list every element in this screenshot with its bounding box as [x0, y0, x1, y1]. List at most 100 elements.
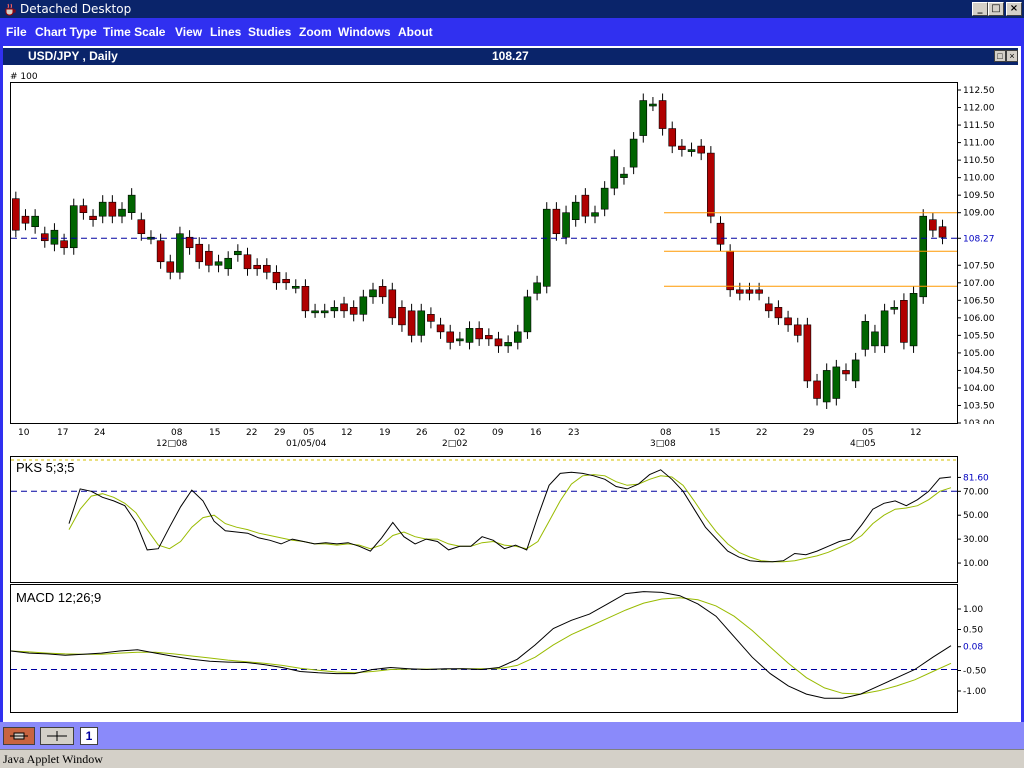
candle-body [591, 212, 599, 217]
menu-studies[interactable]: Studies [248, 25, 291, 39]
candle-body [456, 338, 464, 342]
candle-body [243, 254, 252, 270]
macd-label: MACD 12;26;9 [16, 590, 102, 605]
day-tick-label: 23 [568, 428, 579, 438]
pks-indicator-chart[interactable] [11, 457, 957, 582]
month-tick-label: 2□02 [442, 439, 468, 449]
menu-view[interactable]: View [175, 25, 202, 39]
candle-body [176, 233, 184, 273]
candle-body [21, 215, 30, 224]
maximize-button[interactable]: □ [988, 2, 1004, 16]
candle-body [871, 331, 879, 347]
menu-chart-type[interactable]: Chart Type [35, 25, 97, 39]
day-tick-label: 15 [709, 428, 720, 438]
candle-body [330, 307, 339, 312]
candle-body [842, 370, 850, 375]
candle-body [166, 261, 175, 273]
candle-body [832, 366, 841, 399]
symbol-label: USD/JPY , Daily [28, 49, 118, 63]
pks-tick-label: 30.00 [963, 535, 989, 545]
menu-about[interactable]: About [398, 25, 433, 39]
price-tick-label: 109.50 [963, 191, 995, 201]
restore-chart-button[interactable]: □ [994, 50, 1006, 62]
pks-tick-label: 10.00 [963, 559, 989, 569]
candle-body [513, 331, 522, 343]
menu-lines[interactable]: Lines [210, 25, 241, 39]
pks-panel[interactable]: PKS 5;3;5 [10, 456, 958, 583]
close-chart-button[interactable]: × [1006, 50, 1018, 62]
day-tick-label: 22 [246, 428, 257, 438]
pks-signal-line [68, 474, 952, 563]
price-tick-label: 105.00 [963, 349, 995, 359]
candle-body [407, 310, 416, 336]
candle-body [388, 289, 397, 319]
candlestick-chart[interactable] [11, 83, 957, 423]
candle-body [523, 296, 532, 333]
candle-body [649, 103, 657, 107]
candle-body [436, 324, 445, 333]
time-axis: 10 17 24 08 15 22 29 05 12 19 26 02 09 16 23 08 15 22 29 05… [18, 428, 921, 449]
candle-body [784, 317, 792, 326]
window-titlebar[interactable]: Detached Desktop _ □ × [0, 0, 1024, 18]
price-tick-label: 107.50 [963, 261, 995, 271]
candle-body [465, 328, 474, 343]
macd-indicator-chart[interactable] [10, 585, 957, 712]
candle-body [137, 219, 146, 235]
pin-icon [10, 732, 28, 740]
candle-body [301, 285, 310, 312]
candle-body [668, 128, 677, 147]
candle-body [378, 285, 387, 298]
candle-body [552, 208, 561, 235]
bottom-toolbar: 1 [0, 722, 1024, 749]
price-tick-label: 109.00 [963, 209, 995, 219]
candle-body [320, 310, 329, 314]
macd-tick-label: 0.08 [963, 643, 983, 653]
candle-body [60, 240, 68, 249]
candle-body [774, 307, 783, 319]
candle-body [687, 149, 696, 152]
crosshair-toolbar-button[interactable] [40, 727, 74, 745]
candle-body [253, 264, 261, 270]
candle-body [793, 324, 802, 336]
candle-body [12, 198, 20, 231]
status-text: Java Applet Window [3, 752, 103, 766]
candle-body [581, 194, 590, 217]
day-tick-label: 26 [416, 428, 428, 438]
candle-body [224, 257, 232, 270]
pks-label: PKS 5;3;5 [16, 460, 75, 475]
month-tick-label: 01/05/04 [286, 439, 327, 449]
menu-time-scale[interactable]: Time Scale [103, 25, 165, 39]
candle-body [98, 201, 107, 217]
page-number-tab[interactable]: 1 [80, 727, 98, 745]
candle-body [427, 314, 435, 322]
java-cup-icon [5, 3, 16, 16]
day-tick-label: 08 [660, 428, 672, 438]
minimize-button[interactable]: _ [972, 2, 988, 16]
pin-toolbar-button[interactable] [3, 727, 35, 745]
candle-body [562, 212, 570, 238]
candle-body [658, 100, 667, 129]
pks-main-line [68, 469, 952, 563]
menu-zoom[interactable]: Zoom [299, 25, 332, 39]
candle-body [214, 261, 223, 266]
candle-body [851, 359, 860, 382]
candle-body [311, 310, 319, 314]
price-tick-label: 112.50 [963, 86, 995, 96]
candle-body [938, 226, 947, 238]
price-tick-label: 110.00 [963, 174, 995, 184]
macd-tick-label: 1.00 [963, 605, 983, 615]
price-panel[interactable] [10, 82, 958, 424]
macd-panel[interactable]: MACD 12;26;9 [10, 584, 958, 713]
day-tick-label: 17 [57, 428, 68, 438]
close-button[interactable]: × [1006, 2, 1022, 16]
menu-file[interactable]: File [6, 25, 27, 39]
day-tick-label: 22 [756, 428, 767, 438]
candle-body [205, 250, 213, 266]
menu-windows[interactable]: Windows [338, 25, 391, 39]
day-tick-label: 16 [530, 428, 542, 438]
candle-body [822, 370, 831, 403]
candle-body [639, 100, 648, 136]
month-tick-label: 4□05 [850, 439, 876, 449]
day-tick-label: 12 [910, 428, 921, 438]
candle-body [755, 289, 763, 294]
